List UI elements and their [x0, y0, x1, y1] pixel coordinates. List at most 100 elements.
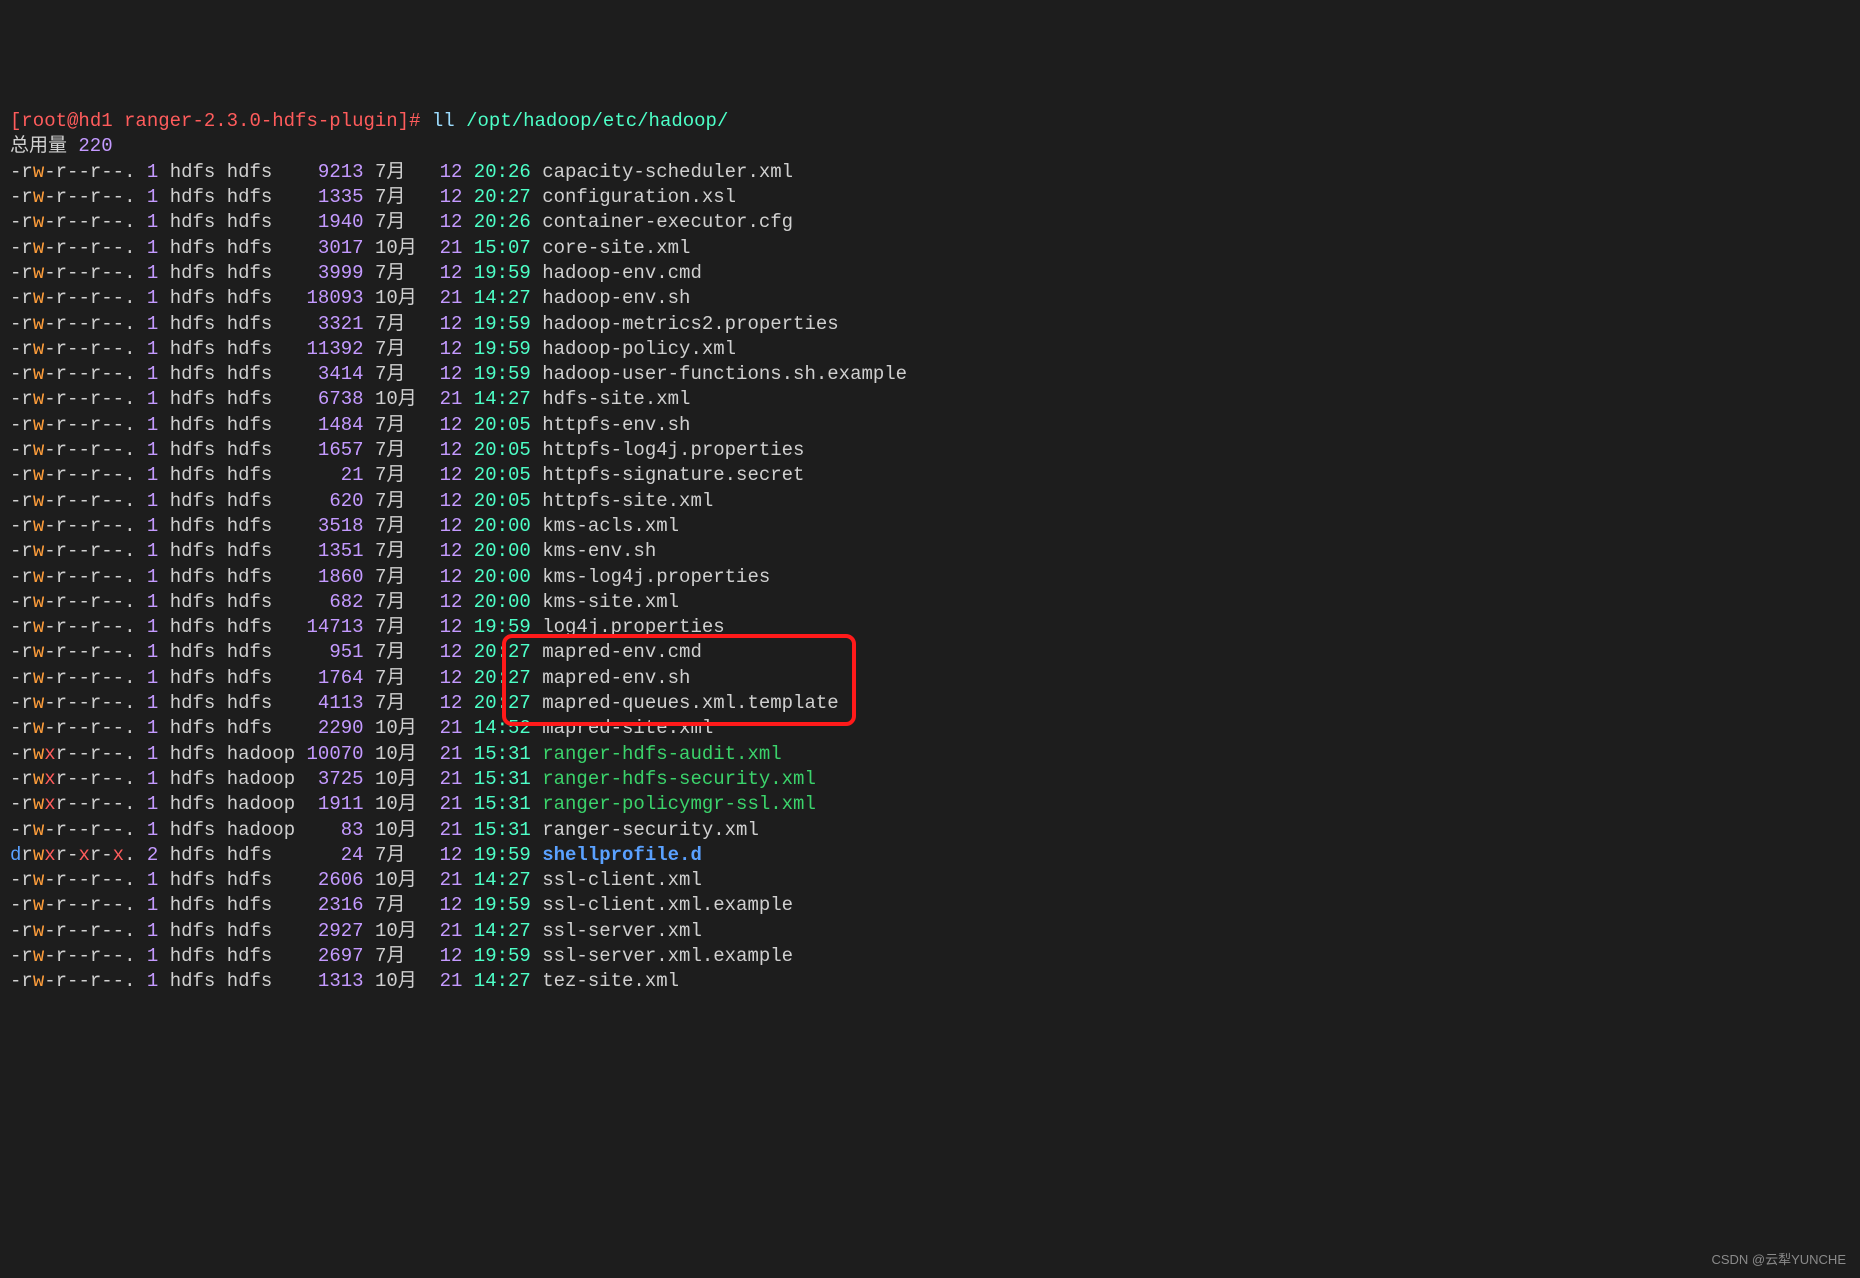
file-month: 7月: [375, 186, 428, 208]
file-time: 19:59: [474, 338, 531, 360]
file-links: 1: [147, 237, 158, 259]
file-month: 7月: [375, 945, 428, 967]
file-owner: hdfs: [170, 439, 216, 461]
file-name: ranger-security.xml: [542, 819, 759, 841]
file-perms: -rw-r--r--.: [10, 388, 135, 410]
file-size: 3414: [307, 363, 364, 385]
file-group: hdfs: [227, 338, 295, 360]
file-time: 19:59: [474, 894, 531, 916]
file-row: -rw-r--r--. 1 hdfs hdfs 11392 7月 12 19:5…: [10, 338, 736, 360]
file-perms: -rw-r--r--.: [10, 363, 135, 385]
file-row: -rw-r--r--. 1 hdfs hdfs 1313 10月 21 14:2…: [10, 970, 679, 992]
file-name: container-executor.cfg: [542, 211, 793, 233]
terminal-output[interactable]: [root@hd1 ranger-2.3.0-hdfs-plugin]# ll …: [10, 109, 1850, 994]
file-day: 12: [440, 591, 463, 613]
file-day: 21: [440, 237, 463, 259]
file-name: ranger-hdfs-security.xml: [542, 768, 816, 790]
file-links: 1: [147, 819, 158, 841]
file-time: 15:31: [474, 793, 531, 815]
file-owner: hdfs: [170, 287, 216, 309]
prompt-cwd: ranger-2.3.0-hdfs-plugin]: [113, 110, 409, 132]
file-links: 1: [147, 768, 158, 790]
file-row: -rw-r--r--. 1 hdfs hdfs 4113 7月 12 20:27…: [10, 692, 839, 714]
file-perms: -rw-r--r--.: [10, 515, 135, 537]
file-month: 10月: [375, 237, 428, 259]
file-size: 9213: [307, 161, 364, 183]
file-month: 7月: [375, 540, 428, 562]
file-owner: hdfs: [170, 768, 216, 790]
file-month: 7月: [375, 338, 428, 360]
file-day: 12: [440, 540, 463, 562]
file-row: -rw-r--r--. 1 hdfs hdfs 1940 7月 12 20:26…: [10, 211, 793, 233]
file-name: kms-log4j.properties: [542, 566, 770, 588]
file-day: 12: [440, 616, 463, 638]
file-size: 4113: [307, 692, 364, 714]
file-links: 1: [147, 692, 158, 714]
file-month: 7月: [375, 414, 428, 436]
file-size: 2290: [307, 717, 364, 739]
command: ll: [432, 110, 455, 132]
file-time: 20:05: [474, 490, 531, 512]
file-links: 1: [147, 186, 158, 208]
file-name: kms-acls.xml: [542, 515, 679, 537]
file-time: 20:05: [474, 439, 531, 461]
prompt-symbol: #: [409, 110, 420, 132]
file-day: 12: [440, 464, 463, 486]
file-day: 12: [440, 894, 463, 916]
file-day: 21: [440, 287, 463, 309]
file-owner: hdfs: [170, 970, 216, 992]
file-owner: hdfs: [170, 566, 216, 588]
file-group: hdfs: [227, 894, 295, 916]
file-row: -rw-r--r--. 1 hdfs hdfs 1860 7月 12 20:00…: [10, 566, 770, 588]
file-day: 21: [440, 388, 463, 410]
file-size: 1911: [307, 793, 364, 815]
file-size: 3321: [307, 313, 364, 335]
file-group: hdfs: [227, 464, 295, 486]
file-month: 7月: [375, 262, 428, 284]
file-group: hdfs: [227, 388, 295, 410]
file-links: 2: [147, 844, 158, 866]
file-group: hdfs: [227, 490, 295, 512]
file-name: capacity-scheduler.xml: [542, 161, 793, 183]
file-month: 10月: [375, 388, 428, 410]
file-row: -rw-r--r--. 1 hdfs hdfs 1351 7月 12 20:00…: [10, 540, 656, 562]
file-links: 1: [147, 793, 158, 815]
file-day: 21: [440, 920, 463, 942]
file-size: 2927: [307, 920, 364, 942]
file-perms: -rw-r--r--.: [10, 439, 135, 461]
file-group: hdfs: [227, 439, 295, 461]
file-month: 10月: [375, 970, 428, 992]
file-month: 10月: [375, 869, 428, 891]
file-row: -rw-r--r--. 1 hdfs hdfs 2316 7月 12 19:59…: [10, 894, 793, 916]
file-perms: -rw-r--r--.: [10, 313, 135, 335]
file-size: 18093: [307, 287, 364, 309]
file-name: ssl-client.xml.example: [542, 894, 793, 916]
file-size: 1657: [307, 439, 364, 461]
file-day: 12: [440, 641, 463, 663]
file-month: 7月: [375, 464, 428, 486]
file-month: 10月: [375, 717, 428, 739]
file-perms: -rw-r--r--.: [10, 970, 135, 992]
file-size: 24: [307, 844, 364, 866]
file-owner: hdfs: [170, 667, 216, 689]
file-perms: -rw-r--r--.: [10, 338, 135, 360]
file-group: hdfs: [227, 844, 295, 866]
file-row: -rw-r--r--. 1 hdfs hdfs 14713 7月 12 19:5…: [10, 616, 725, 638]
file-time: 20:05: [474, 414, 531, 436]
file-links: 1: [147, 338, 158, 360]
file-size: 2697: [307, 945, 364, 967]
file-owner: hdfs: [170, 894, 216, 916]
file-name: kms-site.xml: [542, 591, 679, 613]
file-name: mapred-env.cmd: [542, 641, 702, 663]
file-perms: -rw-r--r--.: [10, 616, 135, 638]
file-perms: -rw-r--r--.: [10, 186, 135, 208]
file-links: 1: [147, 641, 158, 663]
file-time: 14:27: [474, 920, 531, 942]
file-month: 7月: [375, 161, 428, 183]
file-day: 12: [440, 313, 463, 335]
file-row: -rwxr--r--. 1 hdfs hadoop 10070 10月 21 1…: [10, 743, 782, 765]
file-row: -rw-r--r--. 1 hdfs hdfs 951 7月 12 20:27 …: [10, 641, 702, 663]
file-row: -rw-r--r--. 1 hdfs hdfs 18093 10月 21 14:…: [10, 287, 690, 309]
file-name: hadoop-metrics2.properties: [542, 313, 838, 335]
file-name: mapred-site.xml: [542, 717, 713, 739]
